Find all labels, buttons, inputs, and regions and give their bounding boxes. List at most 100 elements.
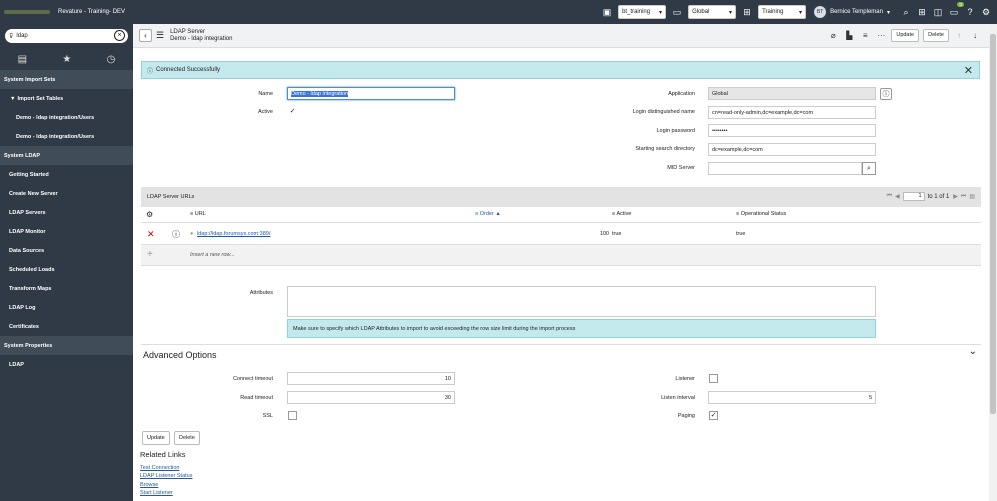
application-info-icon[interactable]: ⓘ [880,88,892,100]
url-link[interactable]: ldap://ldap.forumsys.com:389/ [197,231,270,237]
gear-icon[interactable]: ⚙ [979,5,993,19]
nav-item[interactable]: Getting Started [0,165,133,184]
navigator-items: System Import Sets ▼ Import Set Tables Dem… [0,70,133,374]
table-row[interactable]: ✕ ⓘ ● ldap://ldap.forumsys.com:389/ 100 … [141,224,981,245]
update-button[interactable]: Update [891,28,920,42]
related-link-test-connection[interactable]: Test Connection [140,465,179,471]
login-dn-field[interactable]: cn=read-only-admin,dc=example,dc=com [708,106,876,119]
active-checkbox[interactable]: ✓ [288,108,297,117]
update-bottom-button[interactable]: Update [142,431,170,445]
nav-item[interactable]: Transform Maps [0,279,133,298]
nav-item[interactable]: Demo - ldap integration/Users [0,127,133,146]
nav-item[interactable]: System Import Sets [0,70,133,89]
column-order[interactable]: ≡ Order ▲ [475,211,501,217]
update-set-icon[interactable]: ▣ [600,5,614,19]
first-page-icon[interactable]: ⏮ [887,193,892,200]
search-dir-field[interactable]: dc=example,dc=com [708,143,876,156]
nav-item[interactable]: LDAP Servers [0,203,133,222]
related-link-start-listener[interactable]: Start Listener [140,490,173,496]
page-scrollbar[interactable] [989,24,997,501]
preview-record-info-icon[interactable]: ⓘ [172,229,180,240]
related-link-listener-status[interactable]: LDAP Listener Status [140,473,192,479]
nav-item[interactable]: System Properties [0,336,133,355]
update-set-picker[interactable]: bt_training ▾ [618,5,667,19]
help-icon[interactable]: ? [963,5,977,19]
last-page-icon[interactable]: ⏭ [961,193,966,200]
ssl-checkbox[interactable] [288,411,297,420]
domain-picker[interactable]: Training ▾ [758,5,807,19]
company-logo[interactable] [4,6,54,18]
user-menu-chevron-icon[interactable]: ▾ [887,9,890,16]
personalize-icon[interactable]: ≡ [858,28,872,42]
navigator-filter[interactable]: ⊽ ldap × [5,29,128,43]
previous-record-icon[interactable]: ↑ [952,28,966,42]
login-dn-value: cn=read-only-admin,dc=example,dc=com [712,109,814,116]
status-cell[interactable]: true [736,231,745,237]
nav-item[interactable]: System LDAP [0,146,133,165]
listener-label: Listener [675,376,695,382]
delete-row-icon[interactable]: ✕ [147,229,155,240]
nav-item[interactable]: Create New Server [0,184,133,203]
filter-input[interactable]: ldap [16,33,27,39]
login-password-field[interactable]: •••••••• [708,124,876,137]
read-timeout-field[interactable]: 30 [287,391,455,404]
add-row-plus-icon[interactable]: + [147,249,153,260]
collapse-section-chevron-icon[interactable]: ⌄ [969,346,977,357]
domain-icon[interactable]: ⊞ [740,5,754,19]
avatar[interactable]: BT [814,6,827,18]
column-operational-status[interactable]: ≡ Operational Status [736,211,786,217]
insert-row-label[interactable]: Insert a new row... [190,252,235,258]
context-menu-icon[interactable]: ☰ [156,30,164,41]
notifications-icon[interactable]: ▭ 0 [947,2,964,19]
expand-triangle-icon[interactable]: ▼ [10,96,15,102]
paging-checkbox[interactable]: ✓ [709,411,718,420]
nav-item[interactable]: ▼ Import Set Tables [0,89,133,108]
connect-icon[interactable]: ⊞ [915,5,929,19]
listen-interval-field[interactable]: 5 [708,391,876,404]
prev-page-icon[interactable]: ◀ [895,193,900,200]
nav-item[interactable]: Certificates [0,317,133,336]
page-input[interactable]: 1 [902,192,925,201]
clear-filter-icon[interactable]: × [114,30,125,41]
back-button[interactable]: ‹ [139,29,152,42]
collapse-list-icon[interactable]: ▤ [969,193,975,200]
close-icon[interactable]: ✕ [964,64,973,77]
nav-item[interactable]: LDAP [0,355,133,374]
search-dir-value: dc=example,dc=com [712,146,763,153]
active-cell[interactable]: true [612,231,621,237]
list-settings-gear-icon[interactable]: ⚙ [146,210,153,219]
nav-item[interactable]: LDAP Log [0,298,133,317]
more-options-icon[interactable]: ··· [874,28,888,42]
name-field[interactable]: Demo - ldap integration [287,87,455,100]
application-icon[interactable]: ▭ [670,5,684,19]
column-url[interactable]: ≡ URL [190,211,206,217]
favorites-star-icon[interactable]: ★ [62,54,71,65]
next-page-icon[interactable]: ▶ [953,193,958,200]
user-name[interactable]: Bernice Templeman [830,9,883,15]
delete-bottom-button[interactable]: Delete [174,431,200,445]
all-apps-tab-icon[interactable]: ▤ [18,54,27,65]
next-record-icon[interactable]: ↓ [968,28,982,42]
related-link-browse[interactable]: Browse [140,482,158,488]
connect-timeout-field[interactable]: 10 [287,372,455,385]
nav-item[interactable]: LDAP Monitor [0,222,133,241]
application-navigator: ⊽ ldap × ▤ ★ ◷ System Import Sets ▼ Impor… [0,24,133,501]
nav-item[interactable]: Data Sources [0,241,133,260]
delete-button[interactable]: Delete [923,28,949,42]
mid-server-lookup-search-icon[interactable]: ⌕ [862,162,876,175]
search-icon[interactable]: ⌕ [899,5,913,19]
mid-server-field[interactable] [708,162,862,175]
sidebar-toggle-icon[interactable]: ◫ [931,5,945,19]
listener-checkbox[interactable] [709,374,718,383]
insert-row[interactable]: + Insert a new row... [141,245,981,266]
attachment-icon[interactable]: ⌀ [826,28,840,42]
order-cell[interactable]: 100 [581,231,609,237]
attributes-textarea[interactable] [287,286,876,317]
application-picker[interactable]: Global ▾ [688,5,737,19]
nav-item[interactable]: Scheduled Loads [0,260,133,279]
scrollbar-thumb[interactable] [990,34,996,414]
column-active[interactable]: ≡ Active [612,211,631,217]
activity-icon[interactable]: ▙ [842,28,856,42]
history-clock-icon[interactable]: ◷ [107,54,116,65]
nav-item[interactable]: Demo - ldap integration/Users [0,108,133,127]
